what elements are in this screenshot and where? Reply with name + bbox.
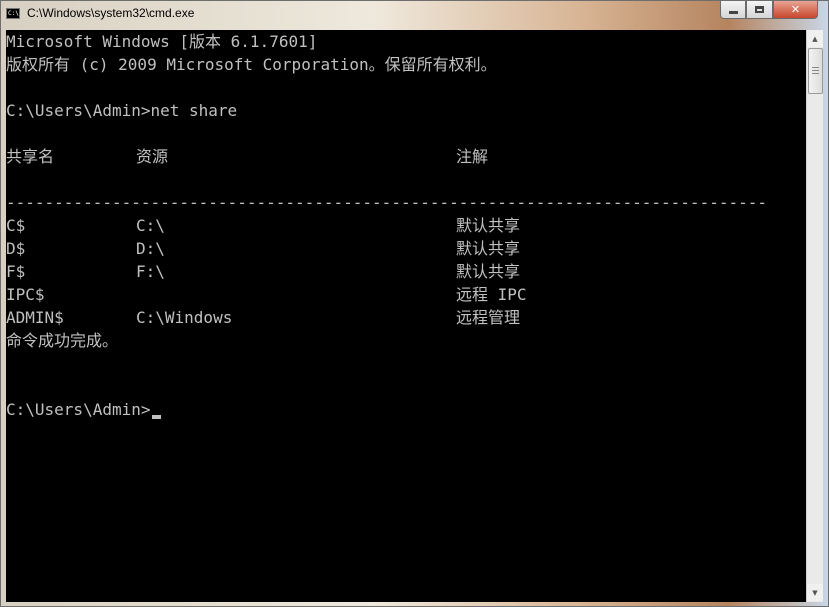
share-name: ADMIN$: [6, 308, 64, 327]
title-bar[interactable]: C:\ C:\Windows\system32\cmd.exe ✕: [1, 1, 828, 27]
separator-line: ----------------------------------------…: [6, 193, 767, 212]
prompt-line[interactable]: C:\Users\Admin>: [6, 398, 161, 421]
table-row: D$ D:\ 默认共享: [6, 237, 806, 260]
share-remark: 默认共享: [456, 216, 521, 235]
command-line: C:\Users\Admin>net share: [6, 101, 238, 120]
header-resource: 资源: [136, 147, 169, 166]
cmd-window: C:\ C:\Windows\system32\cmd.exe ✕ Micros…: [0, 0, 829, 607]
share-name: C$: [6, 216, 26, 235]
table-row: IPC$ 远程 IPC: [6, 283, 806, 306]
success-message: 命令成功完成。: [6, 331, 119, 350]
minimize-button[interactable]: [720, 1, 746, 19]
table-row: C$ C:\ 默认共享: [6, 214, 806, 237]
share-resource: D:\: [136, 239, 165, 258]
share-remark: 远程管理: [456, 308, 521, 327]
header-remark: 注解: [456, 147, 489, 166]
text-cursor: [151, 415, 161, 419]
share-resource: F:\: [136, 262, 165, 281]
cmd-app-icon[interactable]: C:\: [6, 8, 20, 19]
prompt-text: C:\Users\Admin>: [6, 400, 151, 419]
scrollbar-thumb[interactable]: [808, 48, 823, 94]
console-output[interactable]: Microsoft Windows [版本 6.1.7601] 版权所有 (c)…: [6, 30, 806, 602]
scroll-down-button[interactable]: ▼: [807, 584, 823, 601]
maximize-button[interactable]: [746, 1, 773, 19]
close-icon: ✕: [790, 3, 801, 16]
share-resource: C:\: [136, 216, 165, 235]
share-remark: 远程 IPC: [456, 285, 527, 304]
share-name: F$: [6, 262, 26, 281]
share-name: IPC$: [6, 285, 45, 304]
share-remark: 默认共享: [456, 262, 521, 281]
header-line-1: Microsoft Windows [版本 6.1.7601]: [6, 32, 318, 51]
grip-icon: [812, 67, 819, 68]
close-button[interactable]: ✕: [773, 1, 818, 19]
header-line-2: 版权所有 (c) 2009 Microsoft Corporation。保留所有…: [6, 55, 497, 74]
table-header-row: 共享名 资源 注解: [6, 145, 806, 168]
window-title: C:\Windows\system32\cmd.exe: [27, 6, 195, 20]
maximize-icon: [755, 6, 764, 13]
table-row: ADMIN$ C:\Windows 远程管理: [6, 306, 806, 329]
arrow-up-icon: ▲: [812, 34, 818, 43]
grip-icon: [812, 73, 819, 74]
header-share-name: 共享名: [6, 147, 55, 166]
arrow-down-icon: ▼: [812, 588, 818, 597]
share-resource: C:\Windows: [136, 308, 233, 327]
share-remark: 默认共享: [456, 239, 521, 258]
scroll-up-button[interactable]: ▲: [807, 30, 823, 47]
vertical-scrollbar[interactable]: ▲ ▼: [806, 30, 823, 602]
grip-icon: [812, 70, 819, 71]
minimize-icon: [728, 11, 738, 14]
share-name: D$: [6, 239, 26, 258]
table-row: F$ F:\ 默认共享: [6, 260, 806, 283]
